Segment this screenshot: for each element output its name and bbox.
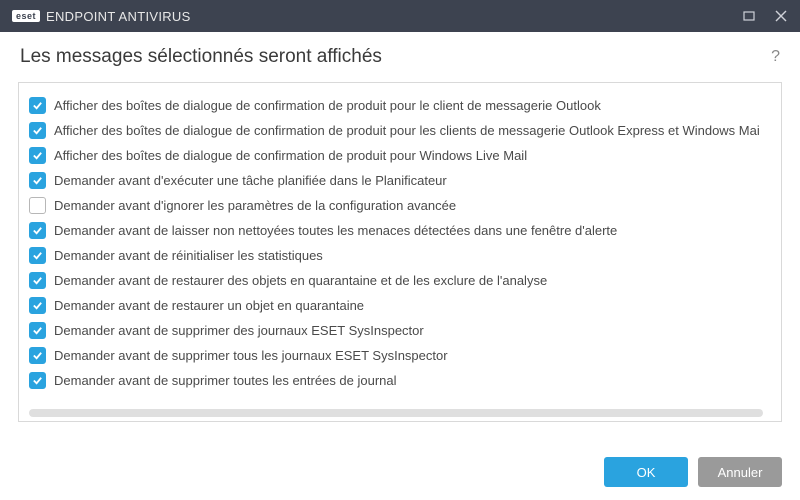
list-item-label: Demander avant de réinitialiser les stat… [54,248,323,263]
page-title: Les messages sélectionnés seront affiché… [20,46,382,68]
checkbox[interactable] [29,347,46,364]
list-item[interactable]: Demander avant de supprimer tous les jou… [29,343,775,368]
list-item[interactable]: Demander avant de restaurer des objets e… [29,268,775,293]
minimize-icon [743,10,755,22]
list-item-label: Afficher des boîtes de dialogue de confi… [54,98,601,113]
brand: eset ENDPOINT ANTIVIRUS [12,9,191,24]
brand-badge: eset [12,10,40,22]
dialog-header: Les messages sélectionnés seront affiché… [0,32,800,78]
checkbox[interactable] [29,322,46,339]
check-icon [32,275,43,286]
list-item-label: Demander avant d'exécuter une tâche plan… [54,173,447,188]
check-icon [32,100,43,111]
list-item[interactable]: Demander avant d'ignorer les paramètres … [29,193,775,218]
checkbox[interactable] [29,247,46,264]
checkbox[interactable] [29,147,46,164]
help-button[interactable]: ? [771,48,780,66]
check-icon [32,225,43,236]
ok-button[interactable]: OK [604,457,688,487]
list-item[interactable]: Demander avant de restaurer un objet en … [29,293,775,318]
cancel-button[interactable]: Annuler [698,457,782,487]
checkbox[interactable] [29,172,46,189]
check-icon [32,300,43,311]
checkbox[interactable] [29,272,46,289]
dialog-footer: OK Annuler [0,444,800,500]
list-item[interactable]: Afficher des boîtes de dialogue de confi… [29,93,775,118]
brand-text: ENDPOINT ANTIVIRUS [46,9,191,24]
list-item[interactable]: Afficher des boîtes de dialogue de confi… [29,118,775,143]
list-item[interactable]: Demander avant de laisser non nettoyées … [29,218,775,243]
check-icon [32,375,43,386]
list-item-label: Demander avant d'ignorer les paramètres … [54,198,456,213]
check-icon [32,150,43,161]
list-item[interactable]: Demander avant d'exécuter une tâche plan… [29,168,775,193]
list-item-label: Demander avant de restaurer un objet en … [54,298,364,313]
list-item-label: Demander avant de supprimer des journaux… [54,323,424,338]
list-item-label: Afficher des boîtes de dialogue de confi… [54,123,760,138]
list-item-label: Demander avant de supprimer toutes les e… [54,373,397,388]
checkbox[interactable] [29,222,46,239]
check-icon [32,125,43,136]
list-item[interactable]: Afficher des boîtes de dialogue de confi… [29,143,775,168]
close-button[interactable] [774,9,788,23]
close-icon [775,10,787,22]
list-item[interactable]: Demander avant de réinitialiser les stat… [29,243,775,268]
checkbox[interactable] [29,122,46,139]
minimize-button[interactable] [742,9,756,23]
list-item-label: Demander avant de restaurer des objets e… [54,273,547,288]
check-icon [32,175,43,186]
titlebar: eset ENDPOINT ANTIVIRUS [0,0,800,32]
check-icon [32,350,43,361]
list-item[interactable]: Demander avant de supprimer des journaux… [29,318,775,343]
list-item-label: Demander avant de laisser non nettoyées … [54,223,617,238]
window-controls [742,9,788,23]
message-list[interactable]: Afficher des boîtes de dialogue de confi… [19,83,781,421]
checkbox[interactable] [29,297,46,314]
horizontal-scrollbar[interactable] [29,409,763,417]
checkbox[interactable] [29,197,46,214]
check-icon [32,250,43,261]
list-item[interactable]: Demander avant de supprimer toutes les e… [29,368,775,393]
message-list-container: Afficher des boîtes de dialogue de confi… [18,82,782,422]
list-item-label: Demander avant de supprimer tous les jou… [54,348,448,363]
check-icon [32,325,43,336]
checkbox[interactable] [29,97,46,114]
checkbox[interactable] [29,372,46,389]
list-item-label: Afficher des boîtes de dialogue de confi… [54,148,527,163]
